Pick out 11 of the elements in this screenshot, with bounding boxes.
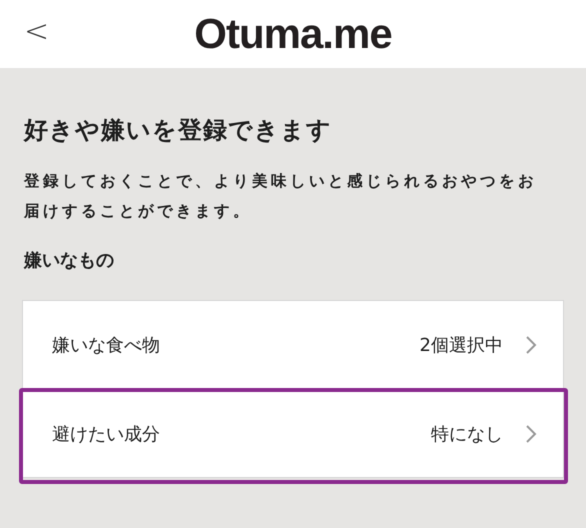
logo: Otuma.me [194, 10, 392, 58]
section-heading: 嫌いなもの [24, 249, 115, 272]
row-value: 2個選択中 [420, 334, 503, 357]
description: 登録しておくことで、より美味しいと感じられるおやつをお届けすることができます。 [24, 171, 538, 222]
chevron-right-icon [525, 335, 537, 355]
chevron-right-icon [525, 424, 537, 444]
row-label[interactable]: 嫌いな食べ物 [52, 333, 420, 357]
back-button[interactable]: < [18, 14, 56, 49]
page-title: 好きや嫌いを登録できます [24, 115, 333, 146]
row-label[interactable]: 避けたい成分 [52, 422, 431, 446]
row-value: 特になし [431, 422, 503, 446]
